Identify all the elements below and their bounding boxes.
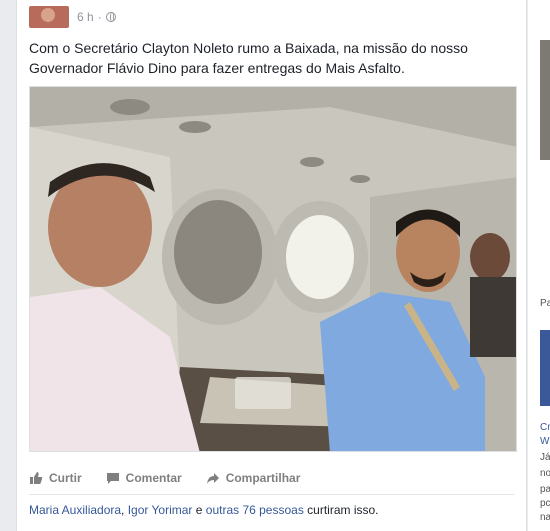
sidebar-label: Pa bbox=[540, 298, 550, 309]
sidebar-text: Já bbox=[540, 452, 550, 463]
share-label: Compartilhar bbox=[225, 471, 301, 485]
comment-button[interactable]: Comentar bbox=[106, 471, 182, 485]
post-text: Com o Secretário Clayton Noleto rumo a B… bbox=[29, 40, 468, 76]
sidebar-text-2: no bbox=[540, 468, 550, 479]
post-card: 6 h · Com o Secretário Clayton Noleto ru… bbox=[16, 0, 527, 531]
sidebar-thumbnail-2[interactable] bbox=[540, 330, 550, 406]
avatar[interactable] bbox=[29, 6, 69, 28]
post-time[interactable]: 6 h bbox=[77, 10, 94, 24]
sidebar-text-3: pa bbox=[540, 484, 550, 495]
share-icon bbox=[206, 473, 219, 484]
like-label: Curtir bbox=[49, 471, 82, 485]
liker-link-1[interactable]: Maria Auxiliadora bbox=[29, 503, 121, 517]
thumbs-up-icon bbox=[30, 472, 43, 484]
sidebar-thumbnail[interactable] bbox=[540, 40, 550, 160]
right-sidebar: Pa Cr W Já no pa pc na bbox=[528, 0, 550, 531]
likes-summary: Maria Auxiliadora, Igor Yorimar e outras… bbox=[29, 503, 379, 517]
sidebar-text-4: pc bbox=[540, 498, 550, 509]
sidebar-text-5: na bbox=[540, 512, 550, 523]
post-meta: 6 h · bbox=[77, 10, 116, 24]
sidebar-link[interactable]: Cr bbox=[540, 422, 550, 433]
post-header: 6 h · bbox=[29, 4, 116, 30]
divider bbox=[29, 494, 514, 495]
like-button[interactable]: Curtir bbox=[29, 471, 82, 485]
others-likes-link[interactable]: outras 76 pessoas bbox=[206, 503, 304, 517]
liker-link-2[interactable]: Igor Yorimar bbox=[128, 503, 193, 517]
comment-label: Comentar bbox=[125, 471, 182, 485]
post-actions: Curtir Comentar Compartilhar bbox=[29, 466, 300, 490]
facebook-feed: 6 h · Com o Secretário Clayton Noleto ru… bbox=[0, 0, 550, 531]
comment-icon bbox=[106, 473, 119, 484]
sidebar-link-2[interactable]: W bbox=[540, 436, 549, 447]
photo-image bbox=[30, 87, 516, 451]
globe-icon[interactable] bbox=[105, 12, 116, 22]
share-button[interactable]: Compartilhar bbox=[206, 471, 301, 485]
post-photo[interactable] bbox=[29, 86, 517, 452]
